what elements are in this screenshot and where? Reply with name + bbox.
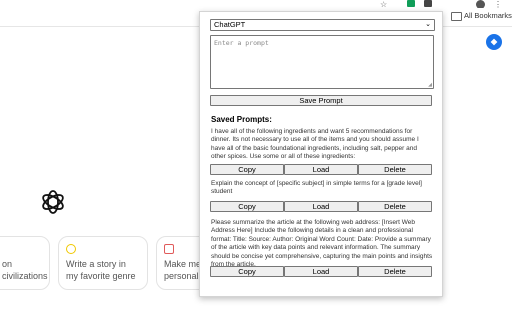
openai-logo-icon [42, 190, 64, 214]
chevron-down-icon: ⌄ [425, 21, 431, 28]
image-icon [164, 244, 174, 254]
saved-prompt-text: Explain the concept of [specific subject… [211, 180, 422, 196]
suggestion-card[interactable]: on civilizations [0, 236, 50, 290]
save-prompt-button[interactable]: Save Prompt [210, 95, 432, 106]
extension-icon[interactable] [407, 0, 415, 7]
card-line-1: Make me [164, 259, 202, 269]
folder-icon [451, 12, 462, 21]
extension-icon-active[interactable] [424, 0, 432, 7]
delete-button[interactable]: Delete [358, 266, 432, 277]
model-select[interactable]: ChatGPT ⌄ [210, 19, 435, 31]
copy-button[interactable]: Copy [210, 266, 284, 277]
copy-button[interactable]: Copy [210, 201, 284, 212]
delete-button[interactable]: Delete [358, 164, 432, 175]
saved-prompt-text: I have all of the following ingredients … [211, 128, 419, 161]
delete-button[interactable]: Delete [358, 201, 432, 212]
prompt-input[interactable]: Enter a prompt ◢ [210, 35, 434, 89]
load-button[interactable]: Load [284, 164, 358, 175]
gem-extension-icon[interactable] [486, 34, 502, 50]
load-button[interactable]: Load [284, 201, 358, 212]
model-select-value: ChatGPT [214, 20, 246, 29]
resize-handle-icon[interactable]: ◢ [428, 82, 432, 88]
suggestion-card[interactable]: Write a story in my favorite genre [58, 236, 148, 290]
copy-button[interactable]: Copy [210, 164, 284, 175]
prompt-placeholder: Enter a prompt [214, 39, 269, 47]
card-line-2: my favorite genre [66, 271, 136, 281]
card-line-1: on [2, 259, 13, 269]
load-button[interactable]: Load [284, 266, 358, 277]
card-line-2: civilizations [2, 271, 48, 281]
card-line-1: Write a story in [66, 259, 126, 269]
saved-prompt-text: Please summarize the article at the foll… [211, 219, 433, 269]
prompt-manager-popup: ChatGPT ⌄ Enter a prompt ◢ Save Prompt S… [199, 11, 443, 297]
all-bookmarks-link[interactable]: All Bookmarks [464, 11, 512, 20]
saved-prompts-heading: Saved Prompts: [211, 115, 272, 124]
lightbulb-icon [66, 244, 76, 254]
